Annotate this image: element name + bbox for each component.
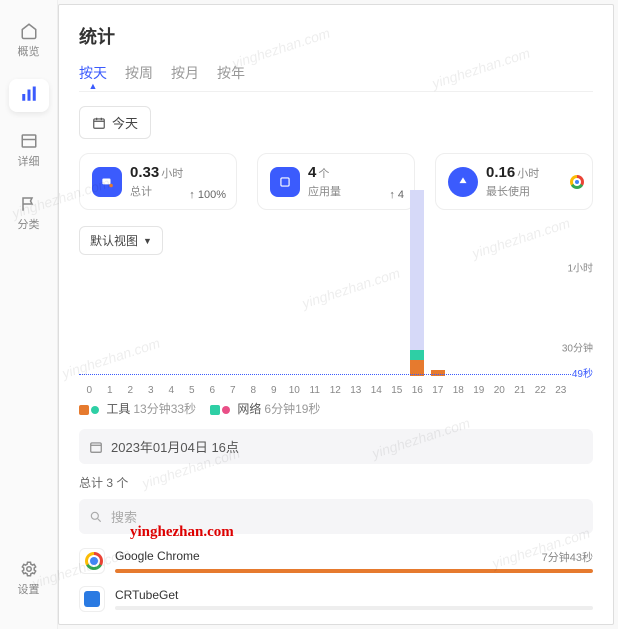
app-icon (79, 586, 105, 612)
stat-longest-unit: 小时 (517, 168, 539, 180)
chrome-icon (570, 175, 584, 189)
total-icon (92, 167, 122, 197)
sidebar-item-settings[interactable]: 设置 (9, 554, 49, 603)
stat-total-label: 总计 (130, 183, 183, 199)
app-icon (79, 548, 105, 574)
stat-apps-delta: ↑ 4 (389, 189, 404, 201)
stat-total-unit: 小时 (161, 168, 183, 180)
bars-icon (20, 85, 38, 103)
app-duration: 7分钟43秒 (542, 549, 593, 565)
home-icon (20, 22, 38, 40)
stat-apps-label: 应用量 (308, 183, 341, 199)
range-tabs: 按天 按周 按月 按年 (79, 63, 593, 92)
tab-year[interactable]: 按年 (217, 63, 245, 91)
stat-apps-unit: 个 (318, 168, 329, 180)
stat-card-total: 0.33小时 总计 ↑ 100% (79, 153, 237, 210)
calendar-icon (89, 440, 103, 454)
app-row[interactable]: Google Chrome 7分钟43秒 (79, 548, 593, 574)
search-placeholder: 搜索 (111, 507, 137, 526)
date-box-text: 2023年01月04日 16点 (111, 437, 239, 456)
stat-cards: 0.33小时 总计 ↑ 100% 4个 应用量 ↑ 4 0.16小时 最长使用 (79, 153, 593, 210)
calendar-icon (92, 116, 106, 130)
apps-list: Google Chrome 7分钟43秒 CRTubeGet (79, 548, 593, 624)
search-icon (89, 510, 103, 524)
stat-longest-value: 0.16 (486, 164, 515, 181)
app-name: Google Chrome (115, 549, 200, 565)
longest-icon (448, 167, 478, 197)
tab-week[interactable]: 按周 (125, 63, 153, 91)
stat-apps-value: 4 (308, 164, 316, 181)
chart-legend: 工具13分钟33秒 网络6分钟19秒 (79, 400, 593, 417)
search-box[interactable]: 搜索 (79, 499, 593, 534)
stat-longest-label: 最长使用 (486, 183, 539, 199)
apps-icon (270, 167, 300, 197)
app-row[interactable]: CRTubeGet (79, 586, 593, 612)
flag-icon (20, 195, 38, 213)
sidebar-item-category[interactable]: 分类 (9, 189, 49, 238)
app-name: CRTubeGet (115, 588, 178, 602)
gear-icon (20, 560, 38, 578)
sidebar-item-label: 详细 (18, 153, 40, 169)
chart-ylabel-line: 49秒 (572, 365, 593, 380)
sidebar-item-stats[interactable] (9, 79, 49, 112)
chart-ylabel-top: 1小时 (567, 260, 593, 275)
sidebar-item-detail[interactable]: 详细 (9, 126, 49, 175)
date-box[interactable]: 2023年01月04日 16点 (79, 429, 593, 464)
usage-chart: 1小时 30分钟 49秒 012345678910111213141516171… (79, 261, 593, 396)
sidebar-item-label: 概览 (18, 43, 40, 59)
tab-month[interactable]: 按月 (171, 63, 199, 91)
stat-total-delta: ↑ 100% (189, 189, 226, 201)
page-title: 统计 (79, 23, 593, 49)
table-icon (20, 132, 38, 150)
stat-total-value: 0.33 (130, 164, 159, 181)
sidebar-item-overview[interactable]: 概览 (9, 16, 49, 65)
stat-card-apps: 4个 应用量 ↑ 4 (257, 153, 415, 210)
today-button[interactable]: 今天 (79, 106, 151, 139)
total-line: 总计 3 个 (79, 474, 593, 491)
today-button-label: 今天 (112, 113, 138, 132)
tab-day[interactable]: 按天 (79, 63, 107, 91)
sidebar-item-label: 分类 (18, 216, 40, 232)
sidebar: 概览 详细 分类 设置 (0, 0, 58, 629)
main-panel: 统计 按天 按周 按月 按年 今天 0.33小时 总计 ↑ 100% 4个 应用… (58, 4, 614, 625)
stat-card-longest: 0.16小时 最长使用 (435, 153, 593, 210)
sidebar-item-label: 设置 (18, 581, 40, 597)
